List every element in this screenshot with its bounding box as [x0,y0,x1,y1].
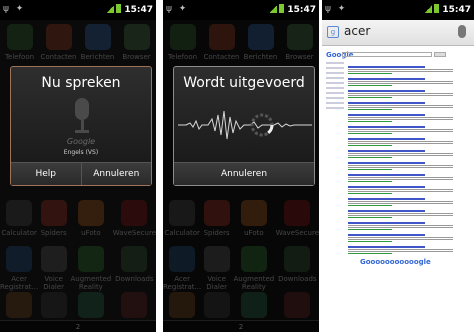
microphone-icon[interactable] [70,98,94,142]
search-result[interactable] [348,234,458,242]
signal-icon [270,5,278,13]
result-list [348,62,458,254]
google-logo: Google [66,137,96,146]
browser-url-bar[interactable]: g acer [322,20,474,46]
signal-icon [107,5,115,13]
phone-browser-results: ψ ✦ 15:47 g acer Google Gooooooooooogle [322,0,474,332]
status-bar: ψ ✦ 15:47 [0,0,156,20]
help-button[interactable]: Help [11,163,81,185]
url-text[interactable]: acer [344,24,370,38]
notification-icons: ψ ✦ [325,4,348,14]
search-result[interactable] [348,162,458,170]
dialog-title: Wordt uitgevoerd [183,75,305,91]
notification-icons: ψ ✦ [3,4,26,14]
status-right: 15:47 [270,4,316,15]
notification-icons: ψ ✦ [166,4,189,14]
clock: 15:47 [442,5,471,15]
search-result[interactable] [348,102,458,110]
status-right: 15:47 [107,4,153,15]
processing-dialog: Wordt uitgevoerd Annuleren [173,66,315,186]
page-indicator: 2 [238,323,244,331]
search-input[interactable] [342,52,432,57]
battery-icon [279,4,285,13]
dock: 2 [163,320,319,332]
search-result[interactable] [348,78,458,86]
waveform-graphic [178,110,312,140]
search-button[interactable] [434,52,446,57]
dialog-title: Nu spreken [41,75,121,91]
search-result[interactable] [348,210,458,218]
search-result[interactable] [348,66,458,74]
speak-now-dialog: Nu spreken Google Engels (VS) Help Annul… [10,66,152,186]
search-result[interactable] [348,114,458,122]
page-indicator: 2 [75,323,81,331]
status-bar: ψ ✦ 15:47 [322,0,474,20]
search-favicon-icon: g [327,26,339,38]
search-result[interactable] [348,186,458,194]
search-result[interactable] [348,138,458,146]
phone-processing: ψ ✦ 15:47 Telefoon Contacten Berichten Brow… [163,0,319,332]
dock: 2 [0,320,156,332]
clock: 15:47 [124,5,153,15]
search-result[interactable] [348,150,458,158]
cancel-button[interactable]: Annuleren [80,163,151,185]
pagination-logo[interactable]: Gooooooooooogle [360,258,431,266]
battery-icon [434,4,440,13]
screenshot: ψ ✦ 15:47 Telefoon Contacten Berichten Brow… [0,0,474,332]
microphone-icon[interactable] [458,25,466,38]
search-sidebar [326,62,344,112]
search-result[interactable] [348,198,458,206]
search-result[interactable] [348,126,458,134]
search-result[interactable] [348,222,458,230]
status-right: 15:47 [425,4,471,15]
search-result[interactable] [348,90,458,98]
search-results-page: Google Gooooooooooogle [322,46,474,332]
search-result[interactable] [348,246,458,254]
signal-icon [425,5,433,13]
battery-icon [116,4,122,13]
clock: 15:47 [287,5,316,15]
phone-speak-now: ψ ✦ 15:47 Telefoon Contacten Berichten Brow… [0,0,156,332]
status-bar: ψ ✦ 15:47 [163,0,319,20]
cancel-button[interactable]: Annuleren [174,163,314,185]
search-result[interactable] [348,174,458,182]
dialog-buttons: Help Annuleren [11,162,151,185]
dialog-buttons: Annuleren [174,162,314,185]
language-label[interactable]: Engels (VS) [11,149,151,156]
